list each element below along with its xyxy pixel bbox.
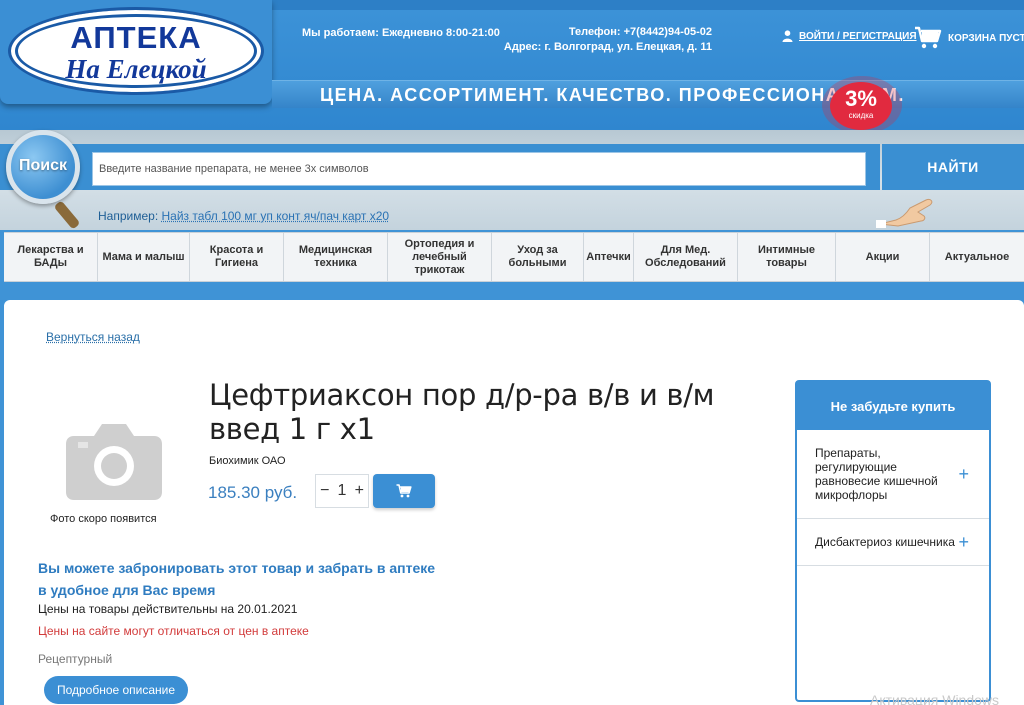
product-manufacturer: Биохимик ОАО <box>209 455 286 467</box>
menu-item-diagnostics[interactable]: Для Мед. Обследований <box>634 233 738 281</box>
discount-percent: 3% <box>845 86 877 111</box>
address: Адрес: г. Волгоград, ул. Елецкая, д. 11 <box>503 41 712 53</box>
cart-status: КОРЗИНА ПУСТА <box>948 32 1024 44</box>
back-link[interactable]: Вернуться назад <box>46 330 140 344</box>
logo-oval: АПТЕКА На Елецкой <box>8 7 264 95</box>
detailed-description-button[interactable]: Подробное описание <box>44 676 188 704</box>
expand-plus-icon[interactable]: + <box>958 533 969 551</box>
quantity-value[interactable]: 1 <box>338 482 347 500</box>
related-item-label: Дисбактериоз кишечника <box>815 535 955 549</box>
search-example-prefix: Например: <box>98 209 162 223</box>
quantity-increase-button[interactable]: + <box>355 482 364 500</box>
logo[interactable]: АПТЕКА На Елецкой <box>0 0 272 104</box>
menu-item-actual[interactable]: Актуальное <box>930 233 1024 281</box>
reserve-notice: Вы можете забронировать этот товар и заб… <box>38 560 436 598</box>
search-label: Поиск <box>18 157 67 174</box>
phone-number[interactable]: Телефон: +7(8442)94-05-02 <box>504 25 712 40</box>
quantity-decrease-button[interactable]: − <box>320 482 329 500</box>
find-button[interactable]: НАЙТИ <box>882 144 1024 190</box>
menu-item-orthopedics[interactable]: Ортопедия и лечебный трикотаж <box>388 233 492 281</box>
related-item-label: Препараты, регулирующие равновесие кишеч… <box>815 446 938 502</box>
logo-subtitle: На Елецкой <box>65 54 207 84</box>
site-header: АПТЕКА На Елецкой Мы работаем: Ежедневно… <box>0 0 1024 134</box>
photo-caption: Фото скоро появится <box>50 513 157 525</box>
pointing-hand-icon <box>876 199 933 228</box>
cart-icon <box>396 484 412 498</box>
product-card: Вернуться назад Фото скоро появится Цефт… <box>4 300 1024 705</box>
prescription-status: Рецептурный <box>38 652 113 666</box>
discount-badge[interactable]: 3% скидка <box>822 76 902 134</box>
dont-forget-title: Не забудьте купить <box>797 382 989 430</box>
search-magnifier: Поиск <box>6 130 86 234</box>
list-item[interactable]: Препараты, регулирующие равновесие кишеч… <box>797 430 989 519</box>
contact-info: Телефон: +7(8442)94-05-02 Адрес: г. Волг… <box>504 25 712 55</box>
quantity-stepper: − 1 + <box>315 474 369 508</box>
slogan: ЦЕНА. АССОРТИМЕНТ. КАЧЕСТВО. ПРОФЕССИОНА… <box>320 85 905 105</box>
search-section: Поиск НАЙТИ Например: Найз табл 100 мг у… <box>0 130 1024 230</box>
camera-icon <box>66 424 162 500</box>
price-validity: Цены на товары действительны на 20.01.20… <box>38 602 298 616</box>
cart-icon <box>915 26 942 49</box>
login-link[interactable]: ВОЙТИ / РЕГИСТРАЦИЯ <box>782 30 917 42</box>
user-icon <box>782 30 793 42</box>
menu-item-mother-baby[interactable]: Мама и малыш <box>98 233 190 281</box>
menu-item-first-aid[interactable]: Аптечки <box>584 233 634 281</box>
slogan-bar: ЦЕНА. АССОРТИМЕНТ. КАЧЕСТВО. ПРОФЕССИОНА… <box>272 80 1024 108</box>
menu-item-intimate[interactable]: Интимные товары <box>738 233 836 281</box>
header-cart[interactable]: КОРЗИНА ПУСТА <box>914 26 1024 50</box>
search-example-link[interactable]: Найз табл 100 мг уп конт яч/пач карт х20 <box>161 209 389 223</box>
product-price: 185.30 руб. <box>208 483 298 502</box>
menu-item-patient-care[interactable]: Уход за больными <box>492 233 584 281</box>
product-title: Цефтриаксон пор д/р-ра в/в и в/м введ 1 … <box>209 378 715 446</box>
add-to-cart-button[interactable] <box>373 474 435 508</box>
menu-item-promo[interactable]: Акции <box>836 233 930 281</box>
category-menu: Лекарства и БАДы Мама и малыш Красота и … <box>4 232 1024 282</box>
magnifier-handle-icon <box>53 200 81 230</box>
discount-label: скидка <box>848 111 874 120</box>
list-item[interactable]: Дисбактериоз кишечника + <box>797 519 989 566</box>
windows-activation-watermark: Активация Windows <box>870 692 1000 705</box>
search-input[interactable] <box>92 152 866 186</box>
menu-item-beauty[interactable]: Красота и Гигиена <box>190 233 284 281</box>
expand-plus-icon[interactable]: + <box>958 465 969 483</box>
price-warning: Цены на сайте могут отличаться от цен в … <box>38 624 309 638</box>
dont-forget-panel: Не забудьте купить Препараты, регулирующ… <box>795 380 991 702</box>
menu-item-medical-tech[interactable]: Медицинская техника <box>284 233 388 281</box>
menu-item-medicines[interactable]: Лекарства и БАДы <box>4 233 98 281</box>
discount-badge-core: 3% скидка <box>830 82 892 130</box>
search-example: Например: Найз табл 100 мг уп конт яч/па… <box>98 209 389 223</box>
login-label: ВОЙТИ / РЕГИСТРАЦИЯ <box>799 30 917 42</box>
logo-title: АПТЕКА <box>70 20 202 55</box>
working-hours: Мы работаем: Ежедневно 8:00-21:00 <box>302 27 500 39</box>
